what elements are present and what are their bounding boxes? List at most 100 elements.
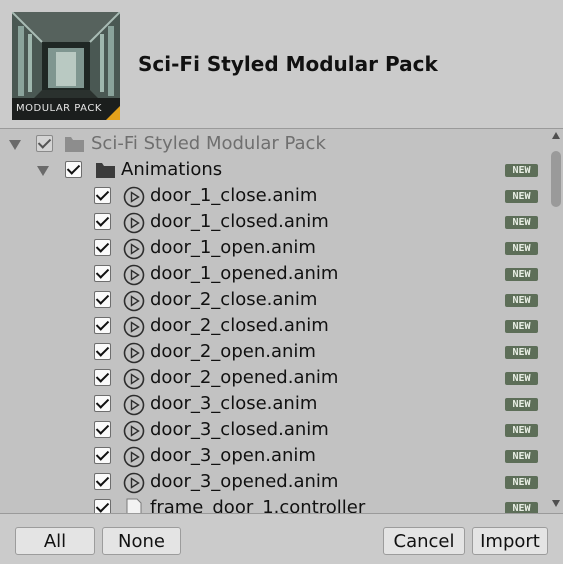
select-none-button[interactable]: None bbox=[102, 527, 181, 555]
tree-item-row[interactable]: door_2_close.anim NEW bbox=[0, 288, 548, 314]
checkmark-icon bbox=[95, 447, 110, 461]
tree-item-label: door_3_closed.anim bbox=[150, 419, 329, 440]
item-checkbox[interactable] bbox=[94, 317, 111, 334]
package-header: MODULAR PACK Sci-Fi Styled Modular Pack bbox=[0, 0, 563, 129]
tree-item-label: door_2_opened.anim bbox=[150, 367, 339, 388]
dialog-footer: All None Cancel Import bbox=[0, 513, 563, 564]
item-checkbox[interactable] bbox=[94, 499, 111, 513]
item-checkbox[interactable] bbox=[94, 239, 111, 256]
scroll-thumb[interactable] bbox=[551, 151, 561, 207]
new-badge: NEW bbox=[505, 294, 538, 307]
checkmark-icon bbox=[95, 473, 110, 487]
animation-icon bbox=[123, 472, 145, 494]
tree-item-row[interactable]: door_3_closed.anim NEW bbox=[0, 418, 548, 444]
package-title: Sci-Fi Styled Modular Pack bbox=[138, 52, 438, 76]
new-badge: NEW bbox=[505, 242, 538, 255]
new-badge: NEW bbox=[505, 476, 538, 489]
animation-icon bbox=[123, 420, 145, 442]
checkmark-icon bbox=[95, 421, 110, 435]
checkmark-icon bbox=[95, 343, 110, 357]
expand-arrow-icon[interactable] bbox=[37, 166, 49, 176]
checkmark-icon bbox=[66, 161, 81, 175]
tree-item-label: door_1_open.anim bbox=[150, 237, 316, 258]
item-checkbox[interactable] bbox=[94, 265, 111, 282]
tree-item-label: door_3_opened.anim bbox=[150, 471, 339, 492]
item-checkbox[interactable] bbox=[94, 369, 111, 386]
tree-item-row[interactable]: door_2_open.anim NEW bbox=[0, 340, 548, 366]
new-badge: NEW bbox=[505, 216, 538, 229]
new-badge: NEW bbox=[505, 398, 538, 411]
tree-folder-row[interactable]: Animations NEW bbox=[0, 158, 548, 184]
checkmark-icon bbox=[95, 239, 110, 253]
folder-icon bbox=[96, 163, 115, 178]
item-checkbox[interactable] bbox=[94, 395, 111, 412]
new-badge: NEW bbox=[505, 320, 538, 333]
tree-item-row[interactable]: door_1_close.anim NEW bbox=[0, 184, 548, 210]
checkmark-icon bbox=[37, 135, 52, 149]
animation-icon bbox=[123, 186, 145, 208]
item-checkbox[interactable] bbox=[94, 421, 111, 438]
animation-icon bbox=[123, 264, 145, 286]
tree-item-row[interactable]: door_3_opened.anim NEW bbox=[0, 470, 548, 496]
item-checkbox[interactable] bbox=[94, 213, 111, 230]
tree-item-label: door_2_closed.anim bbox=[150, 315, 329, 336]
tree-item-row[interactable]: door_3_close.anim NEW bbox=[0, 392, 548, 418]
item-checkbox[interactable] bbox=[94, 291, 111, 308]
tree-item-label: door_2_open.anim bbox=[150, 341, 316, 362]
animation-icon bbox=[123, 394, 145, 416]
new-badge: NEW bbox=[505, 268, 538, 281]
new-badge: NEW bbox=[505, 372, 538, 385]
import-button[interactable]: Import bbox=[472, 527, 548, 555]
tree-item-label: door_3_open.anim bbox=[150, 445, 316, 466]
tree-item-row[interactable]: door_2_closed.anim NEW bbox=[0, 314, 548, 340]
tree-scrollbar[interactable] bbox=[549, 129, 563, 513]
scroll-up-arrow-icon[interactable] bbox=[552, 132, 560, 139]
item-checkbox[interactable] bbox=[94, 473, 111, 490]
new-badge: NEW bbox=[505, 424, 538, 437]
root-checkbox[interactable] bbox=[36, 135, 53, 152]
animation-icon bbox=[123, 446, 145, 468]
expand-arrow-icon[interactable] bbox=[9, 140, 21, 150]
tree-item-label: door_1_opened.anim bbox=[150, 263, 339, 284]
checkmark-icon bbox=[95, 499, 110, 513]
folder-checkbox[interactable] bbox=[65, 161, 82, 178]
item-checkbox[interactable] bbox=[94, 343, 111, 360]
animation-icon bbox=[123, 238, 145, 260]
tree-root-label: Sci-Fi Styled Modular Pack bbox=[91, 133, 326, 154]
tree-item-row[interactable]: door_2_opened.anim NEW bbox=[0, 366, 548, 392]
tree-item-row[interactable]: frame_door_1.controller NEW bbox=[0, 496, 548, 513]
animation-icon bbox=[123, 342, 145, 364]
tree-item-row[interactable]: door_3_open.anim NEW bbox=[0, 444, 548, 470]
cancel-button[interactable]: Cancel bbox=[383, 527, 465, 555]
tree-item-row[interactable]: door_1_closed.anim NEW bbox=[0, 210, 548, 236]
item-checkbox[interactable] bbox=[94, 447, 111, 464]
tree-item-label: door_1_closed.anim bbox=[150, 211, 329, 232]
checkmark-icon bbox=[95, 291, 110, 305]
checkmark-icon bbox=[95, 187, 110, 201]
file-icon bbox=[126, 498, 142, 513]
checkmark-icon bbox=[95, 265, 110, 279]
new-badge: NEW bbox=[505, 502, 538, 513]
tree-item-row[interactable]: door_1_open.anim NEW bbox=[0, 236, 548, 262]
package-thumbnail: MODULAR PACK bbox=[12, 12, 120, 120]
animation-icon bbox=[123, 290, 145, 312]
tree-item-label: frame_door_1.controller bbox=[150, 497, 366, 513]
item-checkbox[interactable] bbox=[94, 187, 111, 204]
tree-root-row[interactable]: Sci-Fi Styled Modular Pack bbox=[0, 132, 548, 158]
checkmark-icon bbox=[95, 369, 110, 383]
scroll-down-arrow-icon[interactable] bbox=[552, 500, 560, 507]
new-badge: NEW bbox=[505, 346, 538, 359]
checkmark-icon bbox=[95, 317, 110, 331]
checkmark-icon bbox=[95, 395, 110, 409]
new-badge: NEW bbox=[505, 190, 538, 203]
animation-icon bbox=[123, 368, 145, 390]
tree-item-row[interactable]: door_1_opened.anim NEW bbox=[0, 262, 548, 288]
folder-icon bbox=[65, 137, 84, 152]
tree-item-label: door_1_close.anim bbox=[150, 185, 318, 206]
checkmark-icon bbox=[95, 213, 110, 227]
tree-item-label: door_3_close.anim bbox=[150, 393, 318, 414]
tree-item-label: door_2_close.anim bbox=[150, 289, 318, 310]
animation-icon bbox=[123, 212, 145, 234]
new-badge: NEW bbox=[505, 450, 538, 463]
select-all-button[interactable]: All bbox=[15, 527, 95, 555]
